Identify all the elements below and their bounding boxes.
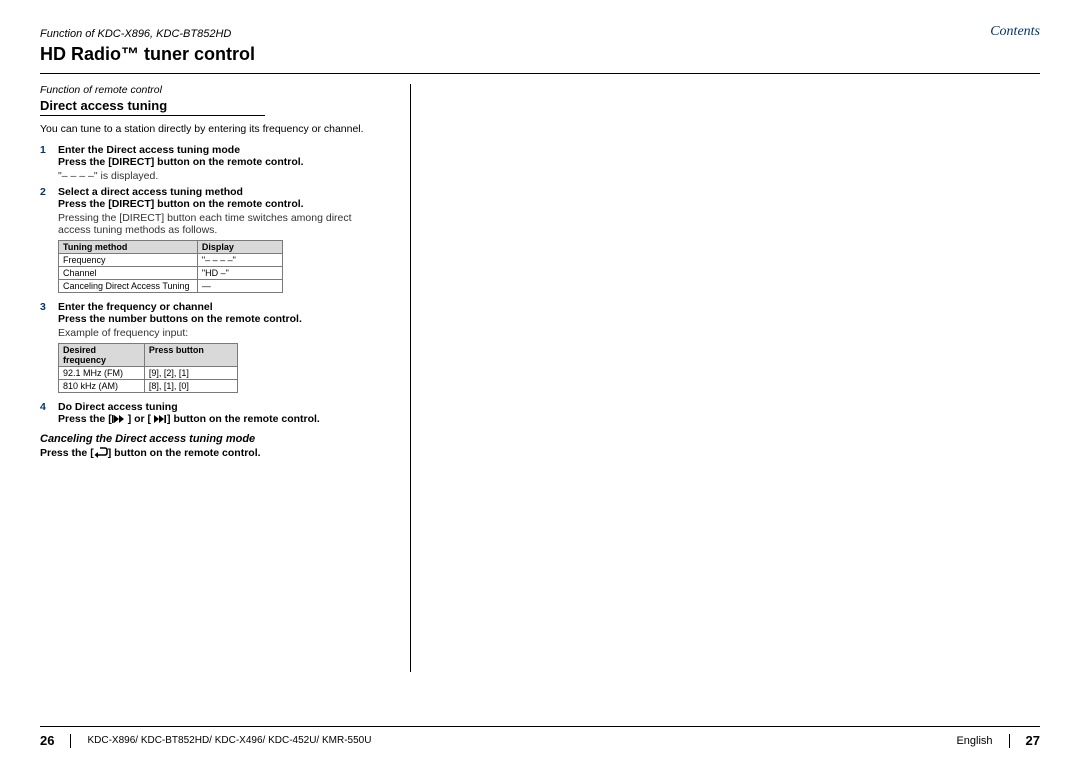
step-number: 4 [40, 401, 52, 425]
left-column: Function of remote control Direct access… [40, 84, 388, 459]
page-number-right: 27 [1026, 733, 1040, 748]
text-fragment: Press the [ [58, 413, 112, 425]
step-note: Pressing the [DIRECT] button each time s… [58, 212, 378, 236]
footer-row: 26 KDC-X896/ KDC-BT852HD/ KDC-X496/ KDC-… [40, 733, 1040, 748]
table-cell: Canceling Direct Access Tuning [59, 280, 198, 293]
table-header-row: Tuning method Display [59, 241, 283, 254]
table-cell: Frequency [59, 254, 198, 267]
step-4: 4 Do Direct access tuning Press the [ ] o… [40, 401, 378, 425]
step-1: 1 Enter the Direct access tuning mode Pr… [40, 144, 378, 168]
column-divider [410, 84, 411, 672]
table-header: Desired frequency [59, 344, 145, 367]
table-row: 810 kHz (AM) [8], [1], [0] [59, 380, 238, 393]
table-row: Canceling Direct Access Tuning — [59, 280, 283, 293]
language-label: English [956, 735, 992, 747]
manual-page: Function of KDC-X896, KDC-BT852HD Conten… [0, 0, 1080, 766]
table-cell: Channel [59, 267, 198, 280]
header-bar: Function of KDC-X896, KDC-BT852HD Conten… [40, 24, 1040, 42]
table-cell: "– – – –" [197, 254, 282, 267]
step-3: 3 Enter the frequency or channel Press t… [40, 301, 378, 325]
model-list: KDC-X896/ KDC-BT852HD/ KDC-X496/ KDC-452… [87, 735, 371, 746]
section-heading: Direct access tuning [40, 98, 378, 113]
page-number-left: 26 [40, 733, 54, 748]
table-cell: 810 kHz (AM) [59, 380, 145, 393]
footer-divider [1009, 734, 1010, 748]
step-instruction: Press the [ ] or [ ] button on the remote … [58, 413, 320, 425]
footer-right: English 27 [956, 733, 1040, 748]
step-number: 2 [40, 186, 52, 210]
section-rule [40, 115, 265, 116]
function-of-label: Function of KDC-X896, KDC-BT852HD [40, 28, 231, 40]
table-row: Channel "HD –" [59, 267, 283, 280]
tuning-method-table: Tuning method Display Frequency "– – – –… [58, 240, 283, 293]
table-row: 92.1 MHz (FM) [9], [2], [1] [59, 367, 238, 380]
table-header: Display [197, 241, 282, 254]
text-fragment: Press the [ [40, 447, 94, 459]
step-number: 1 [40, 144, 52, 168]
cancel-instruction: Press the [ ] button on the remote contro… [40, 447, 378, 459]
step-title: Enter the frequency or channel [58, 301, 302, 313]
table-cell: "HD –" [197, 267, 282, 280]
step-instruction: Press the [DIRECT] button on the remote … [58, 156, 304, 168]
skip-back-icon [112, 414, 128, 424]
table-header-row: Desired frequency Press button [59, 344, 238, 367]
step-note: Example of frequency input: [58, 327, 378, 339]
body-area: Function of remote control Direct access… [40, 84, 1040, 459]
contents-link[interactable]: Contents [990, 24, 1040, 40]
table-cell: [9], [2], [1] [144, 367, 237, 380]
footer-rule [40, 726, 1040, 727]
step-instruction: Press the [DIRECT] button on the remote … [58, 198, 304, 210]
footer-left: 26 KDC-X896/ KDC-BT852HD/ KDC-X496/ KDC-… [40, 733, 371, 748]
table-row: Frequency "– – – –" [59, 254, 283, 267]
step-title: Select a direct access tuning method [58, 186, 304, 198]
step-number: 3 [40, 301, 52, 325]
step-title: Do Direct access tuning [58, 401, 320, 413]
page-title: HD Radio™ tuner control [40, 44, 1040, 65]
subfunction-label: Function of remote control [40, 84, 378, 96]
table-cell: 92.1 MHz (FM) [59, 367, 145, 380]
step-2: 2 Select a direct access tuning method P… [40, 186, 378, 210]
footer-divider [70, 734, 71, 748]
table-cell: — [197, 280, 282, 293]
table-header: Press button [144, 344, 237, 367]
page-footer: 26 KDC-X896/ KDC-BT852HD/ KDC-X496/ KDC-… [0, 726, 1080, 748]
text-fragment: ] or [ [128, 413, 151, 425]
text-fragment: ] button on the remote control. [167, 413, 320, 425]
step-instruction: Press the number buttons on the remote c… [58, 313, 302, 325]
table-cell: [8], [1], [0] [144, 380, 237, 393]
section-intro: You can tune to a station directly by en… [40, 122, 378, 136]
title-rule [40, 73, 1040, 74]
step-note: "– – – –" is displayed. [58, 170, 378, 182]
table-header: Tuning method [59, 241, 198, 254]
frequency-example-table: Desired frequency Press button 92.1 MHz … [58, 343, 238, 393]
text-fragment: ] button on the remote control. [108, 447, 261, 459]
cancel-heading: Canceling the Direct access tuning mode [40, 433, 378, 445]
step-title: Enter the Direct access tuning mode [58, 144, 304, 156]
return-icon [94, 447, 108, 459]
skip-forward-icon [151, 414, 167, 424]
